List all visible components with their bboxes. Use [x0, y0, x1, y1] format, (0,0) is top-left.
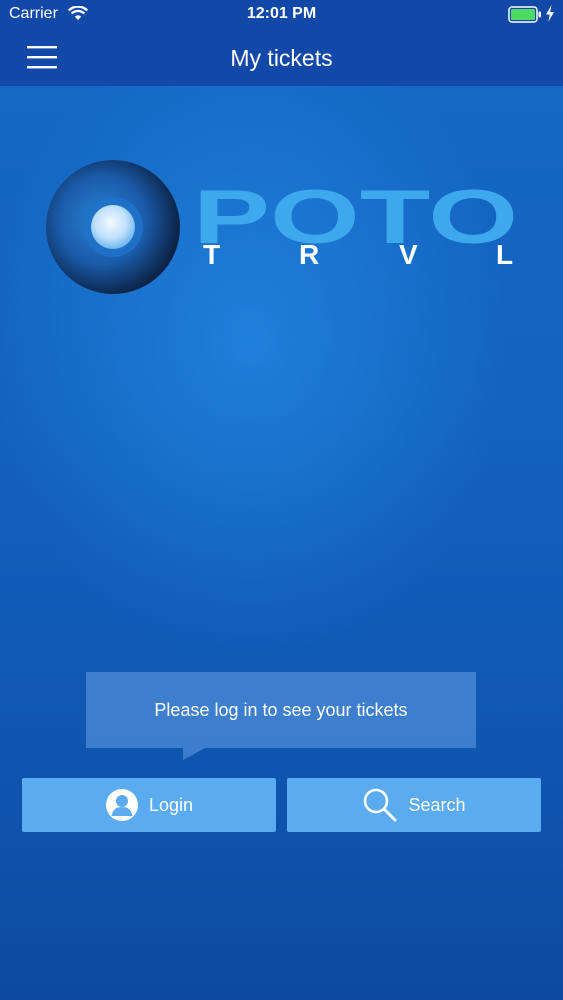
logo-letter-r: R: [299, 239, 319, 270]
user-icon: [105, 788, 139, 822]
clock: 12:01 PM: [246, 5, 317, 22]
tooltip-tail: [183, 748, 205, 760]
login-button-label: Login: [148, 794, 194, 815]
logo-letter-v: V: [399, 239, 418, 270]
status-bar: Carrier 12:01 PM: [0, 0, 563, 30]
page-title: My tickets: [230, 45, 333, 71]
login-button[interactable]: Login: [22, 778, 276, 832]
poto-travel-logo: POTO T R V L: [40, 155, 530, 300]
login-hint-tooltip: Please log in to see your tickets: [86, 672, 476, 748]
nav-bar: My tickets: [0, 30, 563, 86]
search-button-label: Search: [408, 794, 466, 815]
magnifier-icon: [362, 787, 398, 823]
logo-mark-icon: [46, 160, 180, 294]
logo-wordmark: POTO: [193, 175, 518, 260]
battery-icon: [508, 6, 542, 28]
login-hint-text: Please log in to see your tickets: [154, 699, 408, 720]
logo-letter-l: L: [496, 239, 513, 270]
charging-bolt-icon: [545, 5, 555, 27]
search-button[interactable]: Search: [287, 778, 541, 832]
screen: Carrier 12:01 PM My tickets POTO T R V L…: [0, 0, 563, 1000]
logo-letter-t: T: [203, 239, 220, 270]
